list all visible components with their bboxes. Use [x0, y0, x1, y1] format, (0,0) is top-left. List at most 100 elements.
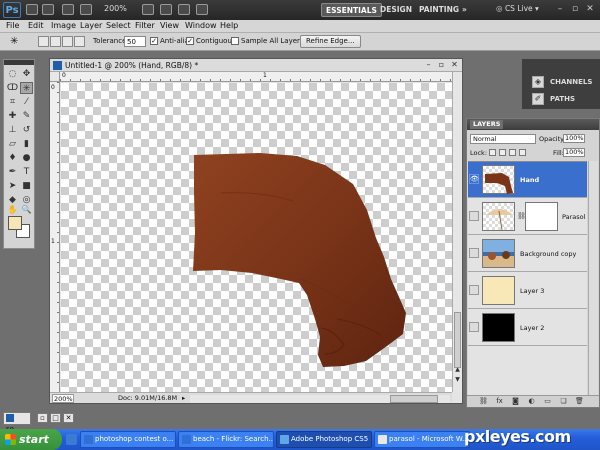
link-layers-icon[interactable]: ⛓: [479, 397, 488, 406]
vertical-ruler[interactable]: 0 1: [50, 82, 60, 392]
minimize-icon[interactable]: –: [554, 3, 566, 15]
doc-minimize-icon[interactable]: –: [424, 60, 433, 69]
path-selection-tool-icon[interactable]: ➤: [6, 180, 19, 192]
rotate-view-icon[interactable]: [178, 4, 190, 15]
menu-filter[interactable]: Filter: [135, 21, 155, 30]
layer-row-layer-2[interactable]: Layer 2: [468, 310, 587, 346]
new-layer-icon[interactable]: ❏: [559, 397, 568, 406]
restore-icon[interactable]: ▫: [569, 3, 581, 15]
paths-panel-button[interactable]: ✐ PATHS: [526, 92, 600, 106]
zoom-tool-icon[interactable]: [160, 4, 172, 15]
crop-tool-icon[interactable]: ⌗: [6, 96, 19, 108]
intersect-selection-icon[interactable]: [74, 36, 85, 47]
eyedropper-tool-icon[interactable]: ⁄: [20, 96, 33, 108]
workspace-design[interactable]: DESIGN: [376, 3, 416, 17]
minimized-document[interactable]: so...: [3, 412, 31, 433]
layer-row-layer-3[interactable]: Layer 3: [468, 273, 587, 309]
refine-edge-button[interactable]: Refine Edge...: [300, 35, 361, 48]
visibility-eye-icon[interactable]: [469, 248, 479, 258]
hand-tool-icon[interactable]: [142, 4, 154, 15]
start-button[interactable]: start: [0, 429, 62, 450]
ruler-origin[interactable]: [50, 72, 60, 82]
anti-alias-checkbox[interactable]: ✓: [150, 37, 158, 45]
canvas[interactable]: [61, 83, 452, 392]
contiguous-checkbox[interactable]: ✓: [186, 37, 194, 45]
mini-maximize-icon[interactable]: □: [50, 413, 61, 423]
lock-position-icon[interactable]: [509, 149, 516, 156]
channels-panel-button[interactable]: ◈ CHANNELS: [526, 75, 600, 89]
fill-input[interactable]: 100%: [563, 148, 585, 157]
lasso-tool-icon[interactable]: ↀ: [6, 82, 19, 94]
taskbar-item[interactable]: photoshop contest o...: [80, 431, 176, 448]
menu-window[interactable]: Window: [185, 21, 217, 30]
subtract-from-selection-icon[interactable]: [62, 36, 73, 47]
layer-row-parasol[interactable]: ⛓ Parasol: [468, 199, 587, 235]
hand-tool-icon[interactable]: ✋: [6, 204, 19, 216]
adjustment-layer-icon[interactable]: ◐: [527, 397, 536, 406]
bridge-icon[interactable]: [26, 4, 38, 15]
add-to-selection-icon[interactable]: [50, 36, 61, 47]
new-selection-icon[interactable]: [38, 36, 49, 47]
blend-mode-dropdown[interactable]: Normal: [470, 134, 536, 144]
visibility-eye-icon[interactable]: [469, 211, 479, 221]
layers-panel-header[interactable]: LAYERS: [467, 119, 599, 130]
menu-edit[interactable]: Edit: [28, 21, 44, 30]
clone-stamp-tool-icon[interactable]: ⊥: [6, 124, 19, 136]
visibility-eye-icon[interactable]: 👁: [469, 174, 479, 184]
layer-style-icon[interactable]: fx: [495, 397, 504, 406]
quicklaunch-browser-icon[interactable]: [66, 434, 77, 445]
status-zoom-field[interactable]: 200%: [52, 394, 74, 403]
mini-bridge-icon[interactable]: [42, 4, 54, 15]
type-tool-icon[interactable]: T: [20, 166, 33, 178]
taskbar-item[interactable]: parasol - Microsoft W...: [374, 431, 470, 448]
visibility-eye-icon[interactable]: [469, 285, 479, 295]
screen-mode-icon[interactable]: [196, 4, 208, 15]
sample-all-layers-checkbox[interactable]: [231, 37, 239, 45]
more-workspaces-button[interactable]: »: [458, 3, 471, 17]
menu-select[interactable]: Select: [106, 21, 131, 30]
history-brush-tool-icon[interactable]: ↺: [20, 124, 33, 136]
vertical-scroll-thumb[interactable]: [454, 312, 461, 368]
layer-row-background-copy[interactable]: Background copy: [468, 236, 587, 272]
visibility-eye-icon[interactable]: [469, 322, 479, 332]
layer-mask-thumbnail[interactable]: [525, 202, 558, 231]
zoom-level-dropdown[interactable]: 200%: [104, 4, 127, 13]
layer-row-hand[interactable]: 👁 Hand: [468, 162, 587, 198]
menu-view[interactable]: View: [160, 21, 179, 30]
doc-restore-icon[interactable]: ▫: [437, 60, 446, 69]
lock-image-icon[interactable]: [499, 149, 506, 156]
vertical-scrollbar[interactable]: ▲ ▼: [452, 72, 462, 392]
zoom-tool-icon[interactable]: 🔍: [20, 204, 33, 216]
close-icon[interactable]: ✕: [584, 3, 596, 15]
status-menu-arrow-icon[interactable]: ▸: [182, 394, 185, 402]
move-tool-icon[interactable]: ✥: [20, 68, 33, 80]
extras-icon[interactable]: [62, 4, 74, 15]
gradient-tool-icon[interactable]: ▮: [20, 138, 33, 150]
marquee-tool-icon[interactable]: ◌: [6, 68, 19, 80]
healing-brush-tool-icon[interactable]: ✚: [6, 110, 19, 122]
doc-close-icon[interactable]: ✕: [450, 60, 459, 69]
horizontal-ruler[interactable]: 0 1: [60, 72, 452, 82]
magic-wand-tool-icon[interactable]: ✳: [20, 82, 33, 94]
delete-layer-icon[interactable]: 🗑: [575, 397, 584, 406]
layers-scrollbar[interactable]: [588, 161, 598, 395]
eraser-tool-icon[interactable]: ▱: [6, 138, 19, 150]
opacity-input[interactable]: 100%: [563, 134, 585, 143]
menu-layer[interactable]: Layer: [80, 21, 102, 30]
taskbar-item[interactable]: Adobe Photoshop CS5: [276, 431, 372, 448]
menu-image[interactable]: Image: [51, 21, 76, 30]
shape-tool-icon[interactable]: ■: [20, 180, 33, 192]
lock-transparency-icon[interactable]: [489, 149, 496, 156]
panel-grip[interactable]: [4, 60, 34, 65]
menu-help[interactable]: Help: [220, 21, 238, 30]
menu-file[interactable]: File: [6, 21, 19, 30]
taskbar-item[interactable]: beach - Flickr: Search...: [178, 431, 274, 448]
add-mask-icon[interactable]: ◙: [511, 397, 520, 406]
horizontal-scroll-thumb[interactable]: [390, 395, 438, 403]
brush-tool-icon[interactable]: ✎: [20, 110, 33, 122]
blur-tool-icon[interactable]: ♦: [6, 152, 19, 164]
horizontal-scrollbar[interactable]: [190, 395, 450, 403]
lock-all-icon[interactable]: [519, 149, 526, 156]
mini-close-icon[interactable]: ✕: [63, 413, 74, 423]
cs-live-menu[interactable]: ◎ CS Live ▾: [496, 4, 539, 13]
